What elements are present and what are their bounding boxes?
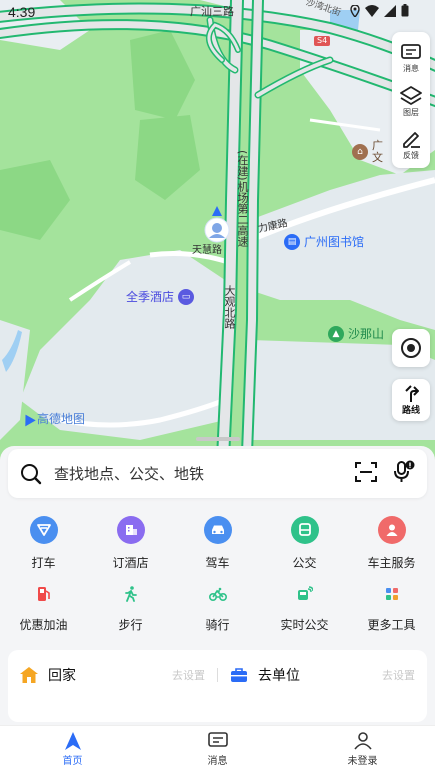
bus-icon xyxy=(290,516,319,544)
hotel-booking-icon xyxy=(116,516,145,544)
status-icons xyxy=(350,4,409,17)
tab-profile[interactable]: 未登录 xyxy=(290,726,435,773)
scan-button[interactable] xyxy=(355,461,377,486)
layers-button[interactable]: 图层 xyxy=(392,80,430,123)
more-tools-icon xyxy=(378,580,406,608)
locate-icon xyxy=(401,338,421,358)
walk-icon xyxy=(117,580,145,608)
hotel-icon: ▭ xyxy=(178,288,195,305)
sheet-drag-handle[interactable] xyxy=(196,437,240,441)
battery-icon xyxy=(401,4,409,17)
user-icon xyxy=(353,732,372,750)
bike-icon xyxy=(204,580,232,608)
service-more-tools[interactable]: 更多工具 xyxy=(348,580,435,642)
bottom-tab-bar: 首页 消息 未登录 xyxy=(0,725,435,773)
wifi-icon xyxy=(365,4,379,17)
scan-icon xyxy=(355,461,377,482)
bottom-sheet: 查找地点、公交、地铁 打车 订酒店 驾车 公交 车主服务 优惠加油 步行 骑行 … xyxy=(0,437,435,773)
signal-icon xyxy=(384,4,396,17)
briefcase-icon xyxy=(231,668,247,682)
search-icon xyxy=(21,463,42,484)
mountain-icon: ▲ xyxy=(328,325,344,342)
home-shortcut[interactable]: 回家 去设置 xyxy=(8,650,217,700)
road-badge: S4 xyxy=(314,36,331,46)
road-label-airport-expressway: (在建)机场第二高速 xyxy=(236,150,249,247)
service-car-owner[interactable]: 车主服务 xyxy=(348,516,435,580)
tab-messages[interactable]: 消息 xyxy=(145,726,290,773)
route-button[interactable]: 路线 xyxy=(392,379,430,421)
service-fuel[interactable]: 优惠加油 xyxy=(0,580,87,642)
tab-home[interactable]: 首页 xyxy=(0,726,145,773)
location-status-icon xyxy=(350,4,360,17)
poi-mountain[interactable]: ▲ 沙那山 xyxy=(328,325,384,342)
search-bar[interactable]: 查找地点、公交、地铁 xyxy=(8,449,427,498)
service-bike[interactable]: 骑行 xyxy=(174,580,261,642)
microphone-icon xyxy=(394,460,415,482)
map-watermark: 高德地图 xyxy=(20,410,85,427)
map-view[interactable]: 广汕三路 沙湾北街 S4 (在建)机场第二高速 天慧路 力康路 大观北路 ⌂ 广… xyxy=(0,0,435,470)
map-tools-panel: 消息 图层 反馈 xyxy=(392,32,430,168)
route-icon xyxy=(405,384,419,402)
service-hotel[interactable]: 订酒店 xyxy=(87,516,174,580)
library-icon: ▤ xyxy=(284,233,300,250)
user-location-marker[interactable] xyxy=(203,206,231,250)
service-grid: 打车 订酒店 驾车 公交 车主服务 优惠加油 步行 骑行 实时公交 更多工具 xyxy=(0,516,435,642)
navigation-arrow-icon xyxy=(64,732,81,750)
voice-button[interactable] xyxy=(393,460,415,488)
poi-library[interactable]: ▤ 广州图书馆 xyxy=(284,233,364,250)
service-realtime-bus[interactable]: 实时公交 xyxy=(261,580,348,642)
realtime-bus-icon xyxy=(291,580,319,608)
service-bus[interactable]: 公交 xyxy=(261,516,348,580)
home-set-button[interactable]: 去设置 xyxy=(172,667,205,683)
service-walk[interactable]: 步行 xyxy=(87,580,174,642)
amap-logo-icon xyxy=(20,411,36,426)
poi-hotel[interactable]: ▭ 全季酒店 xyxy=(126,288,195,305)
message-icon xyxy=(207,732,228,747)
search-input[interactable]: 查找地点、公交、地铁 xyxy=(54,463,339,484)
status-time: 4:39 xyxy=(8,4,36,20)
service-drive[interactable]: 驾车 xyxy=(174,516,261,580)
favorite-places: 回家 去设置 去单位 去设置 xyxy=(8,650,427,722)
work-shortcut[interactable]: 去单位 去设置 xyxy=(218,650,427,700)
car-owner-icon xyxy=(377,516,406,544)
edit-icon xyxy=(403,131,420,148)
work-set-button[interactable]: 去设置 xyxy=(382,667,415,683)
taxi-icon xyxy=(29,516,58,544)
home-icon xyxy=(20,667,38,683)
locate-button[interactable] xyxy=(392,329,430,367)
message-icon xyxy=(401,43,421,59)
car-icon xyxy=(203,516,232,544)
museum-icon: ⌂ xyxy=(352,144,368,160)
road-label-daguan: 大观北路 xyxy=(223,285,236,329)
layers-icon xyxy=(400,85,422,105)
status-bar: 4:39 xyxy=(0,0,435,24)
messages-button[interactable]: 消息 xyxy=(392,37,430,80)
service-taxi[interactable]: 打车 xyxy=(0,516,87,580)
feedback-button[interactable]: 反馈 xyxy=(392,123,430,166)
fuel-icon xyxy=(30,580,58,608)
